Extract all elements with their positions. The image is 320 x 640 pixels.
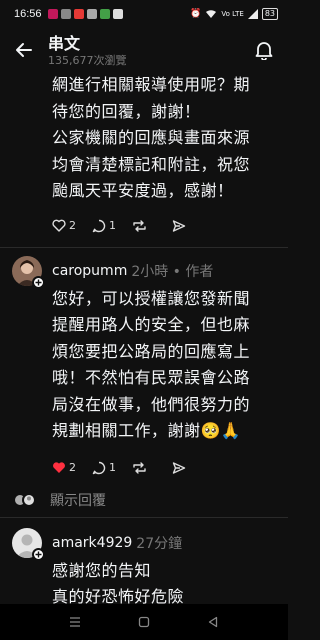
reply-line: 規劃相關工作，謝謝🥺🙏 — [52, 421, 242, 440]
comment-button[interactable]: 1 — [92, 461, 132, 475]
app-notification-icon — [112, 9, 123, 19]
post-line: 颱風天平安度過，感謝！ — [52, 181, 234, 200]
menu-lines-icon — [69, 616, 80, 627]
show-replies-button[interactable]: 顯示回覆 — [0, 483, 288, 517]
reply-body: 您好，可以授權讓您發新聞 提醒用路人的安全，但也麻 煩您要把公路局的回應寫上 哦… — [12, 286, 276, 483]
thread: 網進行相關報導使用呢？期 待您的回覆，謝謝！ 公家機關的回應與畫面來源 均會清楚… — [0, 72, 288, 640]
reply-line: 感謝您的告知 — [52, 560, 152, 580]
send-icon — [172, 461, 186, 474]
like-count: 2 — [69, 461, 76, 474]
repost-button[interactable] — [132, 461, 172, 475]
page-title: 串文 — [48, 33, 81, 53]
notification-button[interactable] — [252, 38, 276, 62]
follow-plus-icon[interactable] — [32, 275, 45, 289]
battery-indicator: 83 — [261, 8, 278, 20]
reply-line: 哦！不然怕有民眾誤會公路 — [52, 368, 251, 387]
bell-icon — [255, 42, 273, 60]
post-line: 均會清楚標記和附註，祝您 — [52, 154, 251, 174]
post-line: 網進行相關報導使用呢？期 — [52, 75, 251, 94]
follow-plus-icon[interactable] — [32, 547, 45, 561]
post-meta: 2小時 • 作者 — [131, 263, 214, 280]
comment-icon — [92, 219, 106, 232]
reply-avatars-icon — [13, 492, 36, 507]
like-button[interactable]: 2 — [52, 219, 92, 232]
comment-count: 1 — [109, 219, 116, 232]
post-line: 公家機關的回應與畫面來源 — [52, 128, 251, 147]
show-replies-label: 顯示回覆 — [50, 492, 106, 509]
username[interactable]: amark4929 — [52, 535, 132, 551]
reply-header: caropumm 2小時 • 作者 — [12, 255, 276, 289]
comment-count: 1 — [109, 461, 116, 474]
alarm-icon: ⏰ — [190, 9, 202, 19]
username[interactable]: caropumm — [52, 263, 127, 279]
app-notification-icon — [47, 9, 58, 19]
network-label: Vo LTE — [221, 10, 244, 18]
recent-apps-button[interactable] — [69, 613, 81, 632]
post-actions: 2 1 — [52, 211, 276, 241]
repost-button[interactable] — [132, 219, 172, 233]
header-texts: 串文 135,677次瀏覽 — [48, 34, 127, 67]
heart-icon — [52, 219, 66, 232]
wifi-icon — [206, 10, 217, 18]
app-notification-icon — [60, 9, 71, 19]
home-button[interactable] — [138, 613, 150, 632]
avatar[interactable] — [12, 255, 45, 289]
like-button[interactable]: 2 — [52, 461, 92, 474]
reply-item: caropumm 2小時 • 作者 您好，可以授權讓您發新聞 提醒用路人的安全，… — [0, 248, 288, 483]
status-time: 16:56 — [14, 8, 42, 20]
back-button[interactable] — [12, 38, 36, 62]
comment-icon — [92, 461, 106, 474]
app-notification-icon — [73, 9, 84, 19]
reply-line: 您好，可以授權讓您發新聞 — [52, 288, 251, 308]
reply-line: 提醒用路人的安全，但也麻 — [52, 315, 251, 334]
reply-line: 局沒在做事，他們很努力的 — [52, 394, 251, 414]
repost-icon — [133, 219, 146, 232]
mini-avatars — [12, 492, 40, 508]
signal-icon — [247, 9, 258, 19]
header: 串文 135,677次瀏覽 — [0, 28, 288, 72]
repost-icon — [133, 461, 146, 474]
system-back-button[interactable] — [207, 613, 219, 632]
reply-line: 煩您要把公路局的回應寫上 — [52, 341, 251, 361]
view-count: 135,677次瀏覽 — [48, 53, 127, 67]
post-line: 待您的回覆，謝謝！ — [52, 101, 201, 121]
notification-icons — [47, 9, 123, 19]
app-notification-icon — [99, 9, 110, 19]
status-bar: 16:56 ⏰ Vo LTE 83 — [0, 0, 288, 28]
system-nav-bar — [0, 604, 288, 640]
share-button[interactable] — [172, 219, 212, 233]
send-icon — [172, 219, 186, 232]
back-arrow-icon — [16, 43, 32, 57]
share-button[interactable] — [172, 461, 212, 475]
reply-header: amark4929 27分鐘 — [12, 527, 276, 561]
heart-filled-icon — [53, 462, 65, 473]
like-count: 2 — [69, 219, 76, 232]
post-body: 網進行相關報導使用呢？期 待您的回覆，謝謝！ 公家機關的回應與畫面來源 均會清楚… — [0, 72, 288, 241]
comment-button[interactable]: 1 — [92, 219, 132, 233]
app-notification-icon — [86, 9, 97, 19]
avatar[interactable] — [12, 527, 45, 561]
home-square-icon — [138, 616, 150, 627]
post-meta: 27分鐘 — [136, 535, 183, 552]
back-triangle-icon — [209, 616, 218, 627]
status-right: ⏰ Vo LTE 83 — [190, 8, 278, 20]
reply-actions: 2 1 — [52, 453, 276, 483]
